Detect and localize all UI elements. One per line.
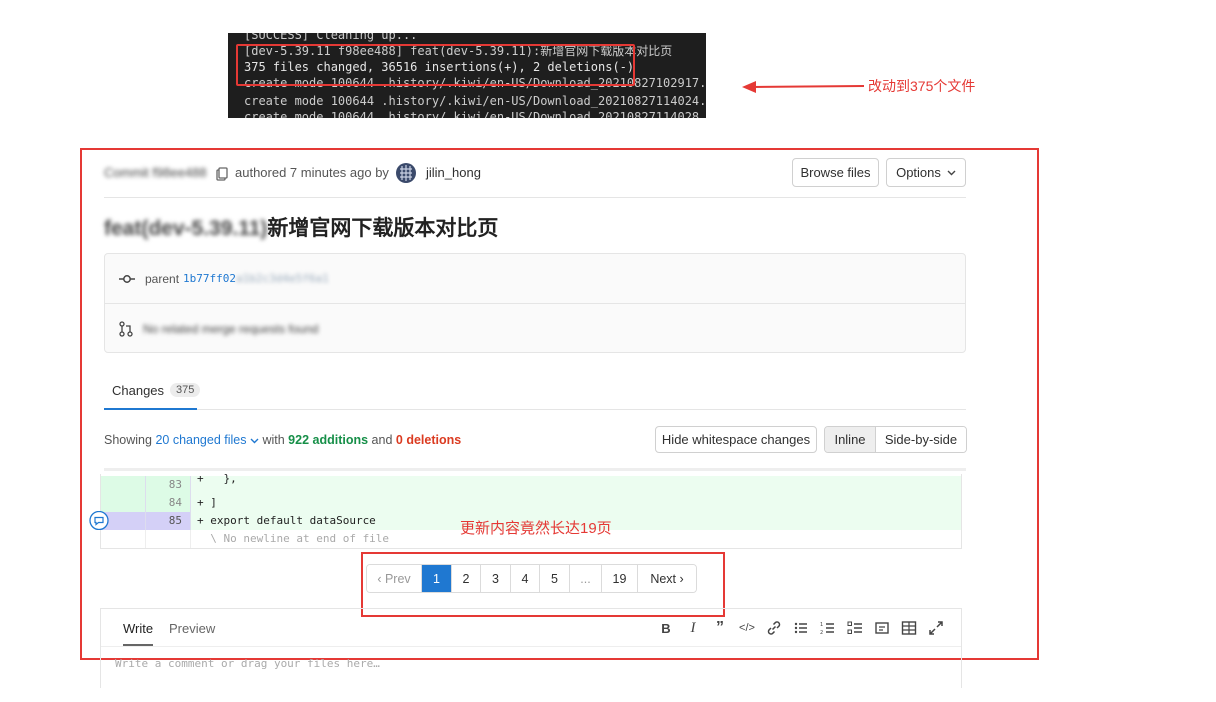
diff-code: + export default dataSource [197,514,376,527]
page-button[interactable]: 5 [540,565,570,592]
parent-label: parent [145,271,180,286]
inline-view-button[interactable]: Inline [825,427,876,452]
pages-annotation: 更新内容竟然长达19页 [460,520,612,537]
diff-code: \ No newline at end of file [197,532,390,545]
new-line-number[interactable]: 85 [146,512,191,530]
link-icon[interactable] [765,619,783,637]
comment-icon[interactable] [89,511,109,530]
divider [104,468,966,471]
commit-label: Commit f98ee488 [104,165,207,180]
changed-files-dropdown[interactable]: 20 changed files [155,433,259,447]
deletions-count: 0 deletions [395,433,462,447]
terminal-highlight-box [236,44,635,86]
page-button[interactable]: 3 [481,565,511,592]
new-line-number [146,530,191,548]
changed-files-label: 20 changed files [155,433,247,447]
tab-write[interactable]: Write [123,621,154,646]
next-page-button[interactable]: Next › [638,565,696,592]
and-text: and [371,433,393,447]
numbered-list-icon[interactable]: 12 [819,619,837,637]
bullet-list-icon[interactable] [792,619,810,637]
commit-icon [119,274,135,283]
hide-whitespace-button[interactable]: Hide whitespace changes [655,426,817,453]
task-list-icon[interactable] [846,619,864,637]
comment-textarea[interactable]: Write a comment or drag your files here… [115,657,380,670]
old-line-number [101,494,146,512]
parent-sha-rest: a1b2c3d4e5f6a1 [236,272,329,285]
parent-sha-link[interactable]: 1b77ff02a1b2c3d4e5f6a1 [183,272,329,285]
commit-title-text: 新增官网下载版本对比页 [267,217,499,240]
parent-row: parent 1b77ff02a1b2c3d4e5f6a1 [105,254,965,304]
showing-text: Showing [104,433,152,447]
markdown-toolbar: B I ” </> 12 [657,619,945,637]
tab-preview[interactable]: Preview [169,621,215,636]
files-annotation: 改动到375个文件 [868,78,976,94]
terminal-line: [SUCCESS] Cleaning up... [244,33,418,42]
avatar[interactable] [396,163,416,183]
commit-header: Commit f98ee488 authored 7 minutes ago b… [104,158,966,198]
diff-line: 83 + }, [101,474,961,494]
options-label: Options [896,165,941,180]
new-line-number[interactable]: 84 [146,494,191,512]
commit-tabs: Changes 375 [104,372,966,410]
tab-changes-label: Changes [112,382,165,398]
copy-icon[interactable] [216,167,228,181]
chevron-down-icon [947,170,956,175]
changes-count-badge: 375 [170,383,201,397]
hide-whitespace-label: Hide whitespace changes [661,432,811,447]
commit-title: feat(dev-5.39.11)新增官网下载版本对比页 [104,212,498,242]
terminal-line: create mode 100644 .history/.kiwi/en-US/… [244,110,706,118]
bold-icon[interactable]: B [657,619,675,637]
authored-text: authored 7 minutes ago by [235,165,389,180]
parent-sha: 1b77ff02 [183,272,237,285]
merge-requests-text: No related merge requests found [143,322,319,336]
merge-request-icon [119,321,133,337]
diff-line: 84 + ] [101,494,961,512]
svg-text:2: 2 [820,630,823,636]
additions-count: 922 additions [288,433,369,447]
page-ellipsis: ... [570,565,602,592]
fullscreen-icon[interactable] [927,619,945,637]
page-button[interactable]: 4 [511,565,540,592]
diff-view-toggle: Inline Side-by-side [824,426,967,453]
options-dropdown[interactable]: Options [886,158,966,187]
commit-title-prefix: feat(dev-5.39.11) [104,217,268,240]
code-icon[interactable]: </> [738,619,756,637]
arrow-left-icon [742,81,864,93]
inline-label: Inline [834,432,866,447]
diff-code: + }, [197,474,237,485]
author-link[interactable]: jilin_hong [426,165,481,180]
tab-changes[interactable]: Changes 375 [104,372,201,410]
italic-icon[interactable]: I [684,619,702,637]
page-button[interactable]: 1 [422,565,452,592]
quote-icon[interactable]: ” [711,619,729,637]
browse-files-label: Browse files [800,165,871,180]
diff-summary: Showing 20 changed files with 922 additi… [104,433,461,447]
side-by-side-view-button[interactable]: Side-by-side [876,427,966,452]
diff-code: + ] [197,496,217,509]
pagination: ‹ Prev 1 2 3 4 5 ... 19 Next › [366,564,697,593]
page-button[interactable]: 2 [452,565,481,592]
terminal-line: create mode 100644 .history/.kiwi/en-US/… [244,94,706,108]
prev-page-button[interactable]: ‹ Prev [367,565,422,592]
commit-info-box: parent 1b77ff02a1b2c3d4e5f6a1 No related… [104,253,966,353]
collapsible-icon[interactable] [873,619,891,637]
old-line-number [101,530,146,548]
table-icon[interactable] [900,619,918,637]
comment-form: Write Preview B I ” </> 12 Write a comme… [100,608,962,688]
with-text: with [262,433,285,447]
page-button[interactable]: 19 [602,565,638,592]
side-by-side-label: Side-by-side [884,432,958,447]
chevron-down-icon [250,438,259,444]
merge-requests-row: No related merge requests found [105,304,965,354]
browse-files-button[interactable]: Browse files [792,158,879,187]
new-line-number[interactable]: 83 [146,476,191,494]
old-line-number [101,476,146,494]
svg-text:1: 1 [820,622,823,628]
